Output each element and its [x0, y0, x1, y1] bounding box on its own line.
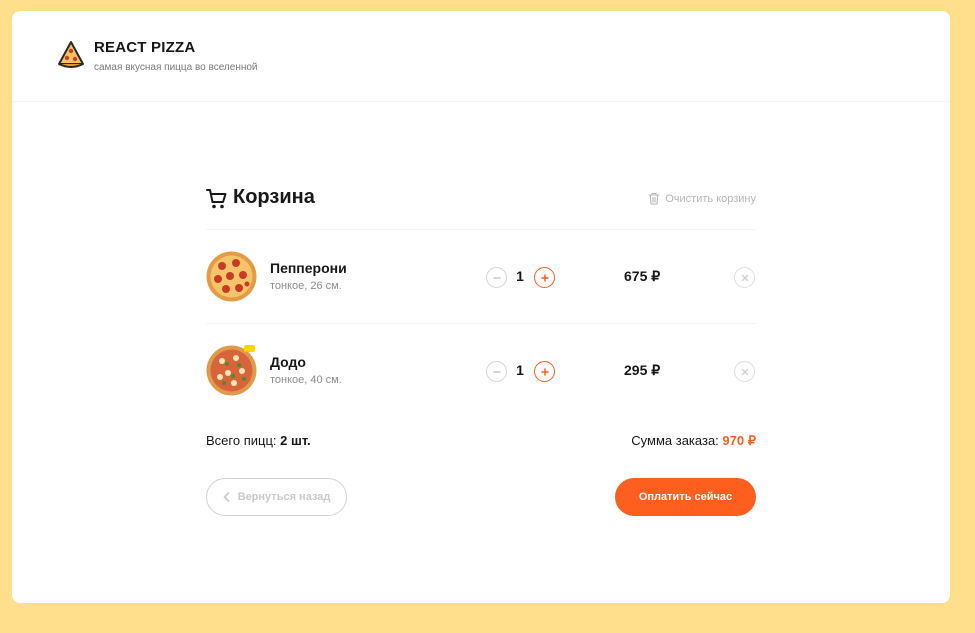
- total-sum: Сумма заказа: 970 ₽: [631, 433, 756, 449]
- increase-quantity-button[interactable]: [534, 267, 555, 288]
- pay-now-button[interactable]: Оплатить сейчас: [615, 478, 756, 516]
- minus-icon: [492, 370, 501, 373]
- clear-cart-button[interactable]: Очистить корзину: [648, 192, 756, 205]
- total-sum-label: Сумма заказа:: [631, 433, 719, 448]
- cart-title: Корзина: [233, 186, 315, 208]
- decrease-quantity-button[interactable]: [486, 267, 507, 288]
- item-price: 295 ₽: [624, 362, 661, 378]
- item-quantity: 1: [516, 362, 524, 378]
- go-back-button[interactable]: Вернуться назад: [206, 478, 347, 516]
- pay-now-label: Оплатить сейчас: [638, 491, 733, 503]
- decrease-quantity-button[interactable]: [486, 361, 507, 382]
- minus-icon: [492, 276, 501, 279]
- cart-top: Корзина Очистить корзину: [206, 186, 756, 230]
- pizza-logo-icon[interactable]: [57, 40, 85, 70]
- chevron-left-icon: [223, 492, 229, 502]
- total-count-value: 2 шт.: [280, 433, 311, 448]
- cart-item: Додо тонкое, 40 см. 1 295 ₽: [206, 324, 756, 418]
- item-description: тонкое, 26 см.: [270, 280, 342, 292]
- go-back-label: Вернуться назад: [237, 491, 331, 503]
- close-icon: [741, 368, 748, 375]
- dodo-pizza-image: [206, 345, 257, 396]
- item-quantity: 1: [516, 268, 524, 284]
- remove-item-button[interactable]: [734, 361, 755, 382]
- trash-icon: [648, 192, 660, 205]
- cart-icon: [206, 189, 227, 209]
- plus-icon: [540, 367, 549, 376]
- item-name: Пепперони: [270, 260, 347, 276]
- pepperoni-pizza-image: [206, 251, 257, 302]
- plus-icon: [540, 273, 549, 282]
- header: REACT PIZZA самая вкусная пицца во вселе…: [12, 11, 950, 102]
- brand-subtitle: самая вкусная пицца во вселенной: [94, 62, 258, 73]
- brand-title: REACT PIZZA: [94, 39, 196, 56]
- total-count-label: Всего пицц:: [206, 433, 277, 448]
- page-card: REACT PIZZA самая вкусная пицца во вселе…: [12, 11, 950, 603]
- item-description: тонкое, 40 см.: [270, 374, 342, 386]
- remove-item-button[interactable]: [734, 267, 755, 288]
- item-price: 675 ₽: [624, 268, 661, 284]
- total-count: Всего пицц: 2 шт.: [206, 433, 311, 448]
- cart-item: Пепперони тонкое, 26 см. 1 675 ₽: [206, 230, 756, 324]
- clear-cart-label: Очистить корзину: [665, 192, 756, 205]
- total-sum-value: 970 ₽: [722, 433, 756, 448]
- increase-quantity-button[interactable]: [534, 361, 555, 382]
- item-name: Додо: [270, 354, 306, 370]
- close-icon: [741, 274, 748, 281]
